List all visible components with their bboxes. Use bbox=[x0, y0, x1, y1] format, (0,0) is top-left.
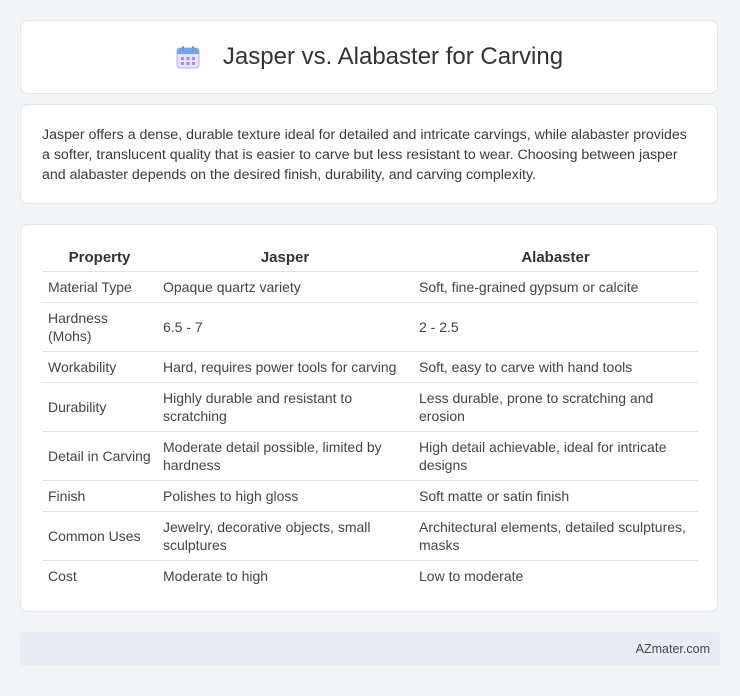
cell-property: Finish bbox=[42, 480, 157, 512]
cell-jasper: Polishes to high gloss bbox=[157, 480, 413, 512]
title-card: Jasper vs. Alabaster for Carving bbox=[20, 20, 718, 94]
cell-jasper: 6.5 - 7 bbox=[157, 302, 413, 352]
footer: AZmater.com bbox=[20, 632, 720, 666]
intro-card: Jasper offers a dense, durable texture i… bbox=[20, 104, 718, 204]
table-row: Workability Hard, requires power tools f… bbox=[42, 351, 698, 383]
cell-jasper: Moderate detail possible, limited by har… bbox=[157, 431, 413, 481]
comparison-table: Property Jasper Alabaster Material Type … bbox=[42, 245, 698, 591]
intro-text: Jasper offers a dense, durable texture i… bbox=[42, 127, 687, 183]
table-row: Material Type Opaque quartz variety Soft… bbox=[42, 271, 698, 303]
header-alabaster: Alabaster bbox=[413, 245, 698, 272]
header-jasper: Jasper bbox=[157, 245, 413, 272]
cell-alabaster: Soft, easy to carve with hand tools bbox=[413, 351, 698, 383]
table-row: Finish Polishes to high gloss Soft matte… bbox=[42, 480, 698, 512]
footer-brand: AZmater.com bbox=[635, 642, 710, 656]
cell-alabaster: Architectural elements, detailed sculptu… bbox=[413, 511, 698, 561]
cell-property: Material Type bbox=[42, 271, 157, 303]
cell-jasper: Opaque quartz variety bbox=[157, 271, 413, 303]
cell-alabaster: Less durable, prone to scratching and er… bbox=[413, 382, 698, 432]
cell-alabaster: Soft matte or satin finish bbox=[413, 480, 698, 512]
table-row: Cost Moderate to high Low to moderate bbox=[42, 561, 698, 592]
table-row: Detail in Carving Moderate detail possib… bbox=[42, 431, 698, 481]
cell-alabaster: High detail achievable, ideal for intric… bbox=[413, 431, 698, 481]
calendar-icon bbox=[176, 46, 200, 69]
cell-jasper: Highly durable and resistant to scratchi… bbox=[157, 382, 413, 432]
cell-alabaster: 2 - 2.5 bbox=[413, 302, 698, 352]
cell-jasper: Jewelry, decorative objects, small sculp… bbox=[157, 511, 413, 561]
table-header-row: Property Jasper Alabaster bbox=[42, 245, 698, 272]
cell-property: Durability bbox=[42, 382, 157, 432]
cell-jasper: Moderate to high bbox=[163, 568, 269, 584]
table-row: Hardness (Mohs) 6.5 - 7 2 - 2.5 bbox=[42, 302, 698, 352]
cell-alabaster: Soft, fine-grained gypsum or calcite bbox=[413, 271, 698, 303]
cell-property: Common Uses bbox=[42, 511, 157, 561]
cell-jasper: Hard, requires power tools for carving bbox=[157, 351, 413, 383]
comparison-card: Property Jasper Alabaster Material Type … bbox=[20, 224, 718, 612]
table-row: Common Uses Jewelry, decorative objects,… bbox=[42, 511, 698, 561]
page-title: Jasper vs. Alabaster for Carving bbox=[222, 43, 564, 70]
cell-property: Hardness (Mohs) bbox=[42, 302, 157, 352]
table-row: Durability Highly durable and resistant … bbox=[42, 382, 698, 432]
cell-property: Cost bbox=[48, 568, 77, 584]
cell-alabaster: Low to moderate bbox=[419, 568, 524, 584]
cell-property: Detail in Carving bbox=[42, 431, 157, 481]
header-property: Property bbox=[42, 245, 157, 272]
cell-property: Workability bbox=[42, 351, 157, 383]
